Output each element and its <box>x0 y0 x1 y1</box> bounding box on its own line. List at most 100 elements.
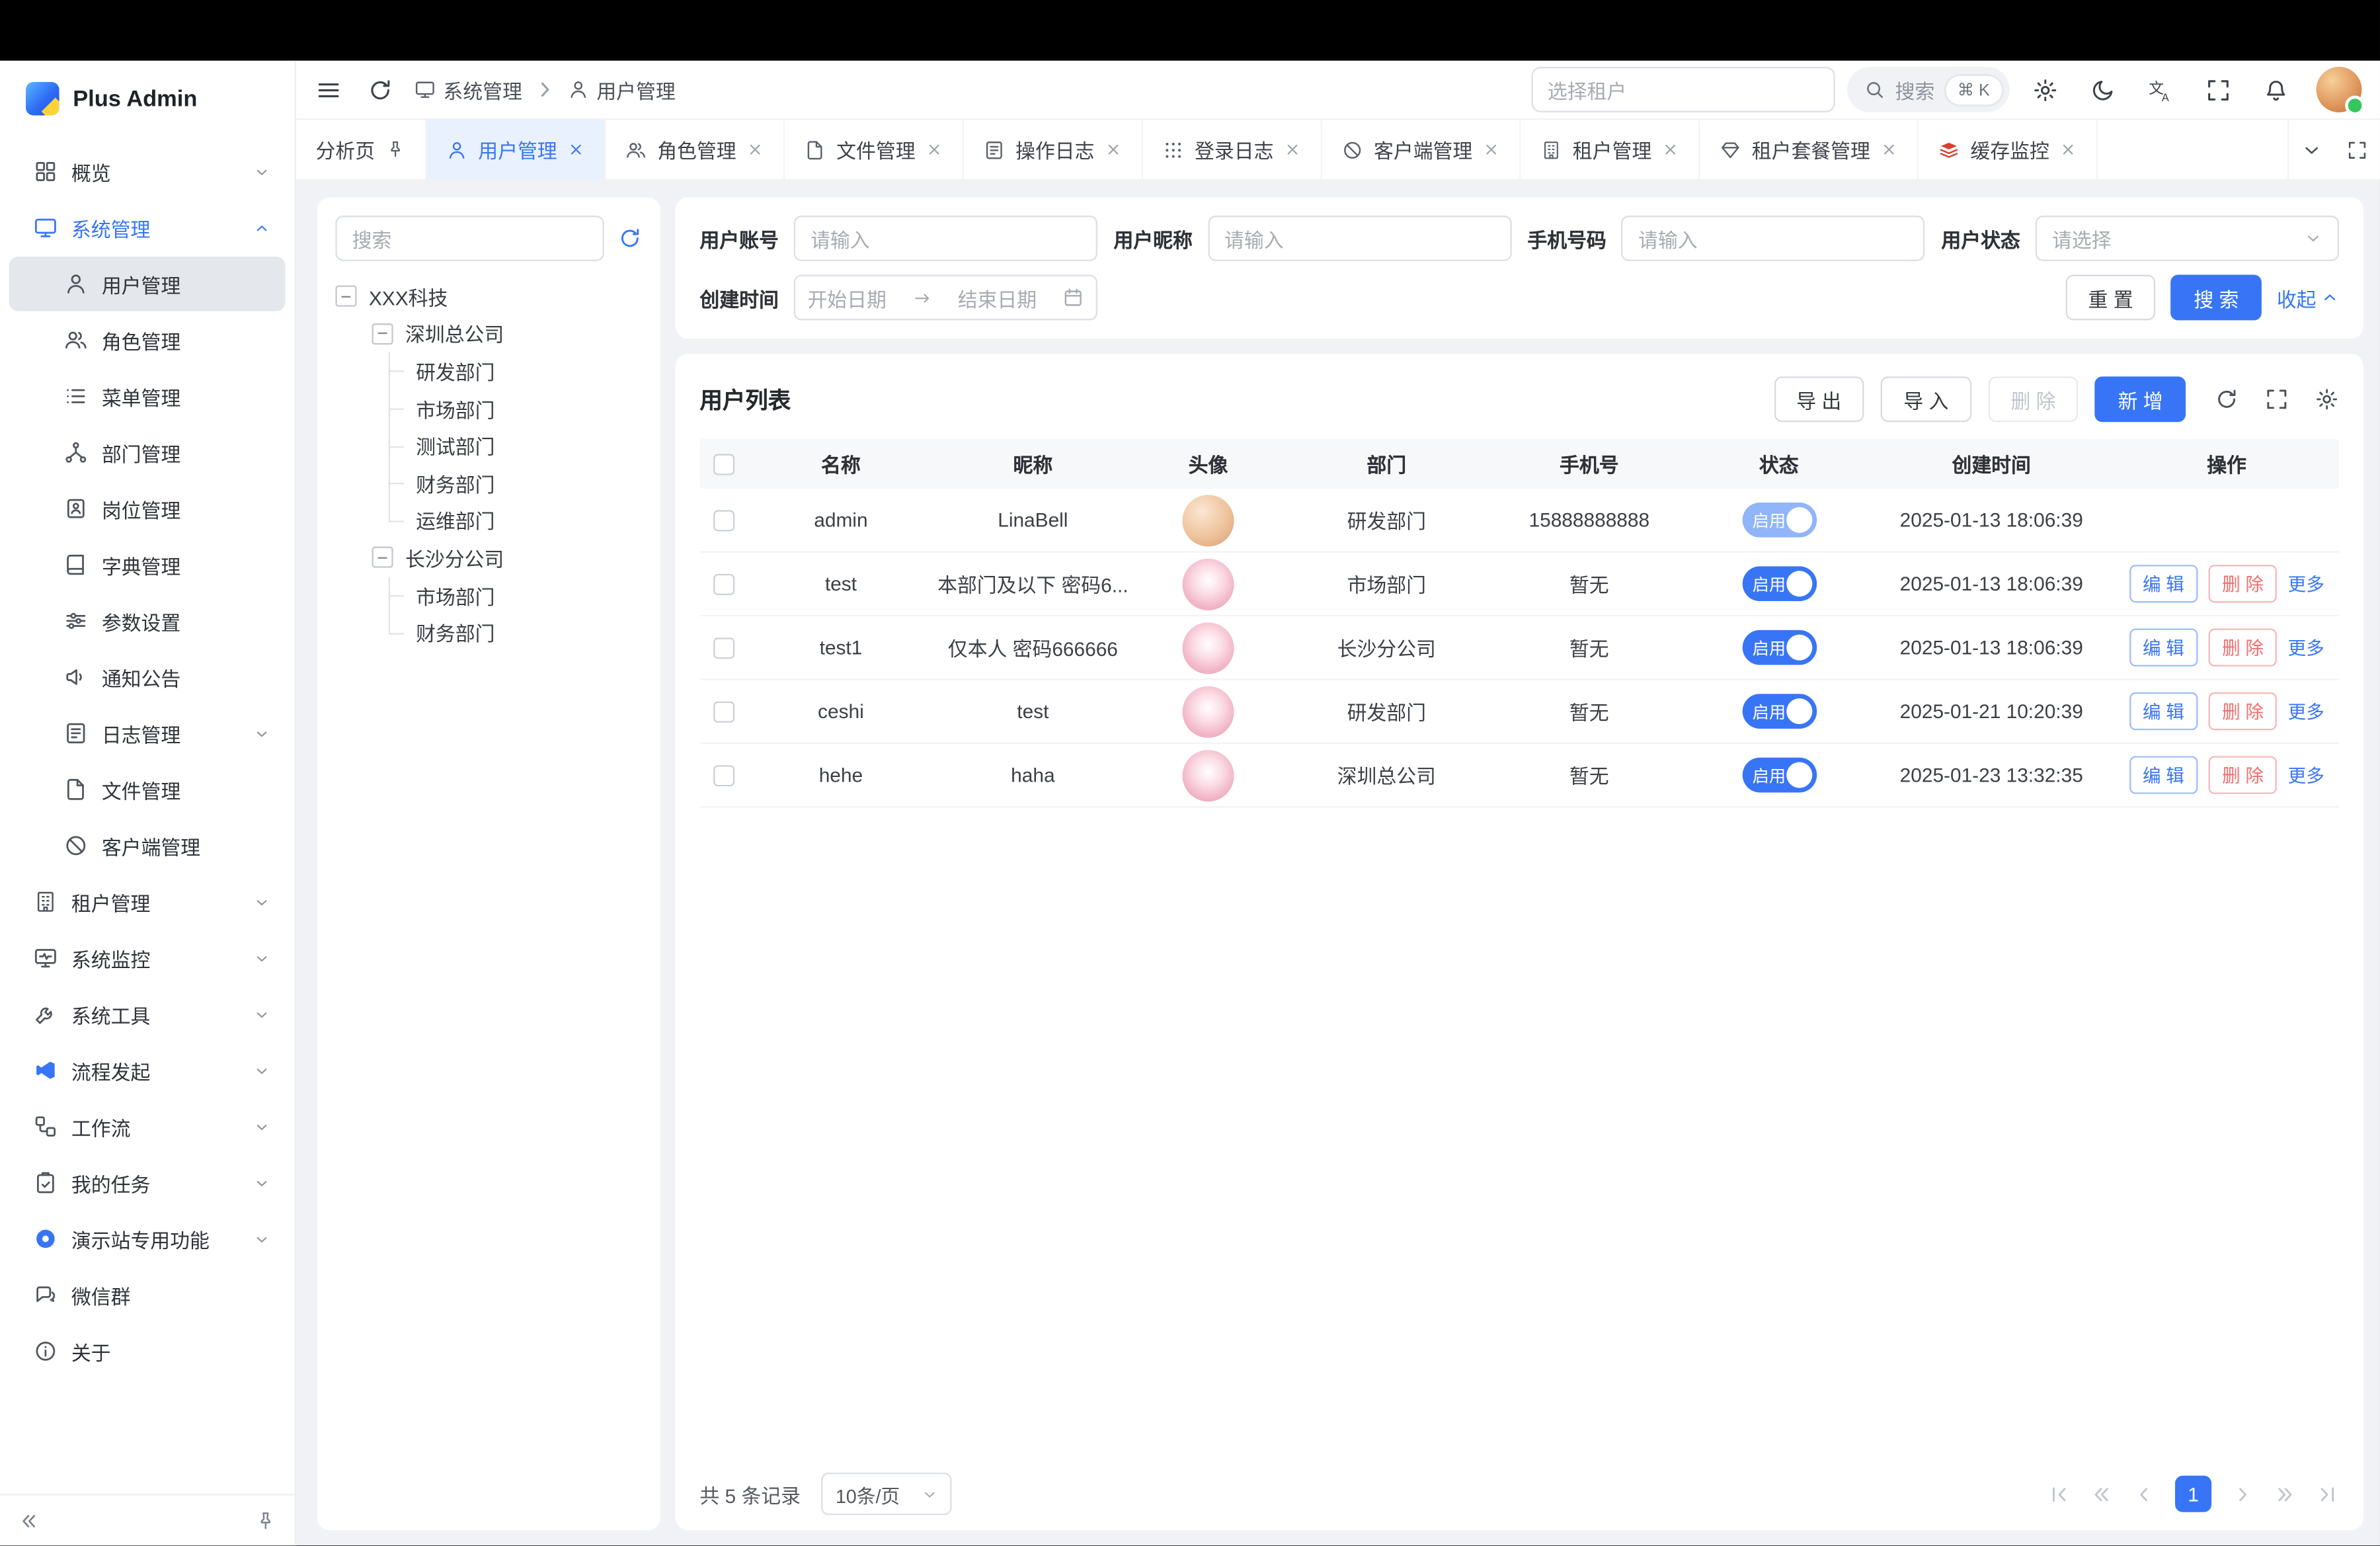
tree-node-changsha-branch[interactable]: 长沙分公司 <box>335 539 642 576</box>
tree-node-rd-dept[interactable]: 研发部门 <box>335 352 642 389</box>
sidebar-item-client-mgmt[interactable]: 客户端管理 <box>9 818 286 873</box>
sidebar-item-role-mgmt[interactable]: 角色管理 <box>9 313 286 368</box>
user-avatar[interactable] <box>2317 67 2362 112</box>
close-icon[interactable] <box>2060 142 2077 158</box>
collapse-node-icon[interactable] <box>372 323 393 345</box>
tree-node-ops-dept[interactable]: 运维部门 <box>335 502 642 539</box>
select-all-checkbox[interactable] <box>713 453 734 474</box>
account-input[interactable]: 请输入 <box>794 216 1097 261</box>
pagination-next-icon[interactable] <box>2231 1483 2254 1505</box>
breadcrumb-system-mgmt[interactable]: 系统管理 <box>415 75 522 104</box>
row-checkbox[interactable] <box>713 573 734 594</box>
breadcrumb-user-mgmt[interactable]: 用户管理 <box>568 75 676 104</box>
tree-node-testing-dept[interactable]: 测试部门 <box>335 427 642 464</box>
tab-tenant-package-mgmt[interactable]: 租户套餐管理 <box>1700 120 1919 179</box>
dark-mode-button[interactable] <box>2079 67 2125 112</box>
status-select[interactable]: 请选择 <box>2036 216 2339 261</box>
tree-node-finance-dept[interactable]: 财务部门 <box>335 464 642 501</box>
tab-analysis[interactable]: 分析页 <box>296 120 426 179</box>
edit-button[interactable]: 编 辑 <box>2129 692 2198 730</box>
close-icon[interactable] <box>1105 142 1122 158</box>
close-icon[interactable] <box>747 142 764 158</box>
close-icon[interactable] <box>1483 142 1499 158</box>
delete-row-button[interactable]: 删 除 <box>2208 756 2277 793</box>
row-checkbox[interactable] <box>713 509 734 530</box>
tree-node-shenzhen-hq[interactable]: 深圳总公司 <box>335 315 642 352</box>
sidebar-item-flow-start[interactable]: 流程发起 <box>9 1043 286 1098</box>
delete-button[interactable]: 删 除 <box>1988 376 2079 422</box>
sidebar-item-log-mgmt[interactable]: 日志管理 <box>9 706 286 761</box>
sidebar-item-overview[interactable]: 概览 <box>9 144 286 199</box>
created-date-range-input[interactable]: 开始日期 结束日期 <box>794 275 1097 321</box>
fullscreen-button[interactable] <box>2195 67 2241 112</box>
phone-input[interactable]: 请输入 <box>1622 216 1925 261</box>
more-link[interactable]: 更多 <box>2288 698 2324 724</box>
collapse-node-icon[interactable] <box>335 286 356 307</box>
app-logo[interactable]: Plus Admin <box>0 61 294 137</box>
tab-operation-log[interactable]: 操作日志 <box>964 120 1143 179</box>
pagination-page-1[interactable]: 1 <box>2175 1476 2211 1512</box>
menu-collapse-button[interactable] <box>305 67 350 112</box>
refresh-page-button[interactable] <box>357 67 403 112</box>
close-icon[interactable] <box>1285 142 1301 158</box>
tab-login-log[interactable]: 登录日志 <box>1143 120 1322 179</box>
content-fullscreen-button[interactable] <box>2334 120 2380 179</box>
tab-client-mgmt[interactable]: 客户端管理 <box>1322 120 1521 179</box>
sidebar-item-my-tasks[interactable]: 我的任务 <box>9 1155 286 1210</box>
delete-row-button[interactable]: 删 除 <box>2208 629 2277 667</box>
sidebar-item-menu-mgmt[interactable]: 菜单管理 <box>9 369 286 424</box>
collapse-node-icon[interactable] <box>372 548 393 569</box>
language-button[interactable] <box>2137 67 2183 112</box>
sidebar-item-dict-mgmt[interactable]: 字典管理 <box>9 538 286 592</box>
close-icon[interactable] <box>1881 142 1897 158</box>
edit-button[interactable]: 编 辑 <box>2129 756 2198 793</box>
notifications-button[interactable] <box>2252 67 2298 112</box>
edit-button[interactable]: 编 辑 <box>2129 629 2198 667</box>
pagination-last-icon[interactable] <box>2317 1483 2339 1505</box>
close-icon[interactable] <box>568 142 584 158</box>
tab-user-mgmt[interactable]: 用户管理 <box>426 120 606 179</box>
tab-dropdown-button[interactable] <box>2289 120 2334 179</box>
row-checkbox[interactable] <box>713 637 734 658</box>
sidebar-item-user-mgmt[interactable]: 用户管理 <box>9 257 286 311</box>
more-link[interactable]: 更多 <box>2288 571 2324 596</box>
add-button[interactable]: 新 增 <box>2095 376 2186 422</box>
tab-file-mgmt[interactable]: 文件管理 <box>785 120 964 179</box>
sidebar-item-wechat-group[interactable]: 微信群 <box>9 1268 286 1322</box>
tree-node-marketing-dept[interactable]: 市场部门 <box>335 390 642 427</box>
status-toggle[interactable]: 启用 <box>1742 566 1816 601</box>
row-checkbox[interactable] <box>713 701 734 722</box>
delete-row-button[interactable]: 删 除 <box>2208 692 2277 730</box>
gear-icon[interactable] <box>2315 387 2339 411</box>
tree-search-input[interactable]: 搜索 <box>335 216 604 261</box>
sidebar-item-system-monitor[interactable]: 系统监控 <box>9 930 286 985</box>
delete-row-button[interactable]: 删 除 <box>2208 565 2277 602</box>
pagination-first-icon[interactable] <box>2047 1483 2070 1505</box>
sidebar-item-system-tools[interactable]: 系统工具 <box>9 987 286 1041</box>
sidebar-item-workflow[interactable]: 工作流 <box>9 1099 286 1154</box>
sidebar-item-notice[interactable]: 通知公告 <box>9 650 286 705</box>
pagination-next-jump-icon[interactable] <box>2274 1483 2296 1505</box>
search-button[interactable]: 搜 索 <box>2171 275 2262 321</box>
pin-sidebar-icon[interactable] <box>255 1510 276 1531</box>
row-checkbox[interactable] <box>713 764 734 786</box>
more-link[interactable]: 更多 <box>2288 762 2324 788</box>
page-size-select[interactable]: 10条/页 <box>822 1473 952 1515</box>
refresh-icon[interactable] <box>2215 387 2239 411</box>
tree-node-finance-dept-2[interactable]: 财务部门 <box>335 614 642 651</box>
more-link[interactable]: 更多 <box>2288 635 2324 661</box>
settings-button[interactable] <box>2022 67 2067 112</box>
pagination-prev-jump-icon[interactable] <box>2090 1483 2112 1505</box>
fullscreen-icon[interactable] <box>2264 387 2289 411</box>
global-search-button[interactable]: 搜索 ⌘ K <box>1846 67 2010 112</box>
pagination-prev-icon[interactable] <box>2133 1483 2155 1505</box>
pin-icon[interactable] <box>385 140 405 159</box>
tree-refresh-button[interactable] <box>617 226 642 251</box>
import-button[interactable]: 导 入 <box>1881 376 1971 422</box>
sidebar-item-param-settings[interactable]: 参数设置 <box>9 594 286 649</box>
sidebar-item-dept-mgmt[interactable]: 部门管理 <box>9 425 286 480</box>
tree-node-company[interactable]: XXX科技 <box>335 278 642 315</box>
collapse-sidebar-icon[interactable] <box>19 1510 40 1531</box>
sidebar-item-file-mgmt[interactable]: 文件管理 <box>9 762 286 817</box>
status-toggle[interactable]: 启用 <box>1742 694 1816 729</box>
